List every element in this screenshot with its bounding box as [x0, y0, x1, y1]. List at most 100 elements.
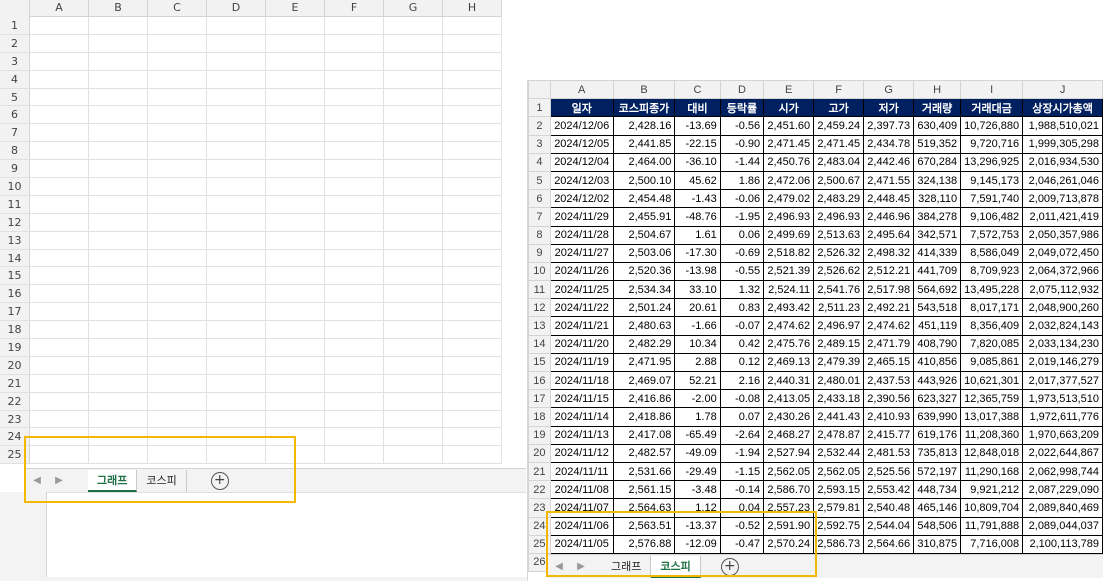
left-grid-cell[interactable]	[325, 124, 384, 143]
left-grid-cell[interactable]	[207, 374, 266, 393]
table-header-cell[interactable]: 등락률	[719, 98, 765, 118]
left-grid-cell[interactable]	[30, 446, 89, 465]
right-row-header[interactable]: 24	[528, 516, 551, 536]
right-column-header[interactable]: I	[960, 80, 1024, 100]
table-cell[interactable]: 2,089,840,469	[1022, 498, 1103, 518]
right-row-header[interactable]: 26	[528, 552, 551, 573]
table-cell[interactable]: 2,469.13	[763, 352, 815, 373]
right-row-header[interactable]: 2	[528, 116, 551, 136]
table-cell[interactable]: 2,464.00	[612, 152, 676, 172]
left-grid-cell[interactable]	[30, 321, 89, 340]
sheet-tab-kospi[interactable]: 코스피	[137, 469, 187, 492]
left-grid-cell[interactable]	[443, 17, 502, 35]
table-header-cell[interactable]: 코스피종가	[612, 98, 676, 118]
left-grid-cell[interactable]	[30, 178, 89, 196]
left-grid-cell[interactable]	[325, 267, 384, 286]
left-grid-cell[interactable]	[325, 374, 384, 393]
left-grid-cell[interactable]	[443, 70, 502, 89]
left-grid-cell[interactable]	[148, 17, 207, 35]
table-cell[interactable]: 2,493.42	[763, 298, 815, 318]
left-grid-cell[interactable]	[89, 410, 148, 429]
table-cell[interactable]: 1,999,305,298	[1022, 134, 1103, 154]
left-grid-cell[interactable]	[266, 374, 325, 393]
left-grid-cell[interactable]	[30, 374, 89, 393]
table-cell[interactable]: 2,479.02	[763, 189, 815, 209]
left-grid-cell[interactable]	[443, 392, 502, 411]
table-cell[interactable]: 2,428.16	[612, 116, 676, 136]
left-grid-cell[interactable]	[207, 339, 266, 357]
left-grid-cell[interactable]	[89, 285, 148, 304]
left-grid-cell[interactable]	[266, 428, 325, 447]
table-cell[interactable]: 2,430.26	[763, 407, 815, 427]
left-grid-cell[interactable]	[325, 428, 384, 447]
table-cell[interactable]: 2,483.29	[813, 189, 865, 209]
table-cell[interactable]: 2,498.32	[863, 243, 915, 263]
left-grid-cell[interactable]	[384, 52, 443, 71]
left-grid-cell[interactable]	[266, 70, 325, 89]
table-cell[interactable]: 623,327	[913, 389, 962, 409]
table-cell[interactable]: 2024/11/06	[549, 516, 614, 536]
table-cell[interactable]: 2,410.93	[863, 407, 915, 427]
table-cell[interactable]: 2,472.06	[763, 170, 815, 191]
left-grid-cell[interactable]	[207, 321, 266, 340]
table-cell[interactable]: 2,482.57	[612, 443, 676, 463]
table-cell[interactable]: 2024/11/22	[549, 298, 614, 318]
table-cell[interactable]: 11,290,168	[960, 461, 1024, 482]
left-grid-cell[interactable]	[89, 249, 148, 268]
table-cell[interactable]: 2,050,357,986	[1022, 225, 1103, 245]
table-cell[interactable]: 2024/11/21	[549, 316, 614, 336]
table-cell[interactable]: 2,468.27	[763, 425, 815, 445]
left-grid-cell[interactable]	[148, 70, 207, 89]
right-row-header[interactable]: 10	[528, 261, 551, 282]
left-grid-cell[interactable]	[325, 231, 384, 250]
left-grid-cell[interactable]	[384, 17, 443, 35]
table-cell[interactable]: 2,521.39	[763, 261, 815, 282]
table-cell[interactable]: 2,442.46	[863, 152, 915, 172]
left-row-header[interactable]: 23	[0, 410, 30, 429]
table-cell[interactable]: 2,527.94	[763, 443, 815, 463]
left-grid-cell[interactable]	[325, 88, 384, 107]
left-grid-cell[interactable]	[266, 303, 325, 322]
left-grid-cell[interactable]	[89, 231, 148, 250]
left-grid-cell[interactable]	[89, 339, 148, 357]
left-column-header[interactable]: E	[266, 0, 325, 17]
table-cell[interactable]: 2,480.01	[813, 370, 865, 391]
table-cell[interactable]: 670,284	[913, 152, 962, 172]
left-grid-cell[interactable]	[148, 231, 207, 250]
table-cell[interactable]: 9,085,861	[960, 352, 1024, 373]
table-cell[interactable]: 2024/11/15	[549, 389, 614, 409]
table-cell[interactable]: 2,576.88	[612, 534, 676, 554]
table-cell[interactable]: 2,489.15	[813, 334, 865, 354]
table-cell[interactable]: 2,064,372,966	[1022, 261, 1103, 282]
table-cell[interactable]: 2,592.75	[813, 516, 865, 536]
sheet-tab-graph[interactable]: 그래프	[602, 555, 652, 578]
left-grid-cell[interactable]	[384, 88, 443, 107]
table-cell[interactable]: 8,709,923	[960, 261, 1024, 282]
table-cell[interactable]: 2,483.04	[813, 152, 865, 172]
left-grid-cell[interactable]	[266, 34, 325, 53]
table-cell[interactable]: 465,146	[913, 498, 962, 518]
table-cell[interactable]: 519,352	[913, 134, 962, 154]
table-cell[interactable]: 2,469.07	[612, 370, 676, 391]
left-grid-cell[interactable]	[30, 303, 89, 322]
left-grid-cell[interactable]	[325, 392, 384, 411]
table-cell[interactable]: 2,075,112,932	[1022, 280, 1103, 300]
left-row-header[interactable]: 19	[0, 339, 30, 357]
left-grid-cell[interactable]	[384, 410, 443, 429]
table-cell[interactable]: 0.12	[719, 352, 765, 373]
left-grid-cell[interactable]	[266, 446, 325, 465]
left-grid-cell[interactable]	[30, 392, 89, 411]
left-grid-cell[interactable]	[148, 410, 207, 429]
right-column-header[interactable]: A	[549, 80, 614, 100]
chevron-left-icon[interactable]: ◀	[26, 470, 48, 492]
select-all-corner[interactable]	[528, 80, 551, 100]
left-grid-cell[interactable]	[443, 160, 502, 179]
left-row-header[interactable]: 11	[0, 195, 30, 214]
table-cell[interactable]: 2,451.60	[763, 116, 815, 136]
left-row-header[interactable]: 9	[0, 160, 30, 179]
left-grid-cell[interactable]	[207, 124, 266, 143]
table-cell[interactable]: 2024/11/18	[549, 370, 614, 391]
table-cell[interactable]: 2,492.21	[863, 298, 915, 318]
right-row-header[interactable]: 3	[528, 134, 551, 154]
table-cell[interactable]: 2,503.06	[612, 243, 676, 263]
